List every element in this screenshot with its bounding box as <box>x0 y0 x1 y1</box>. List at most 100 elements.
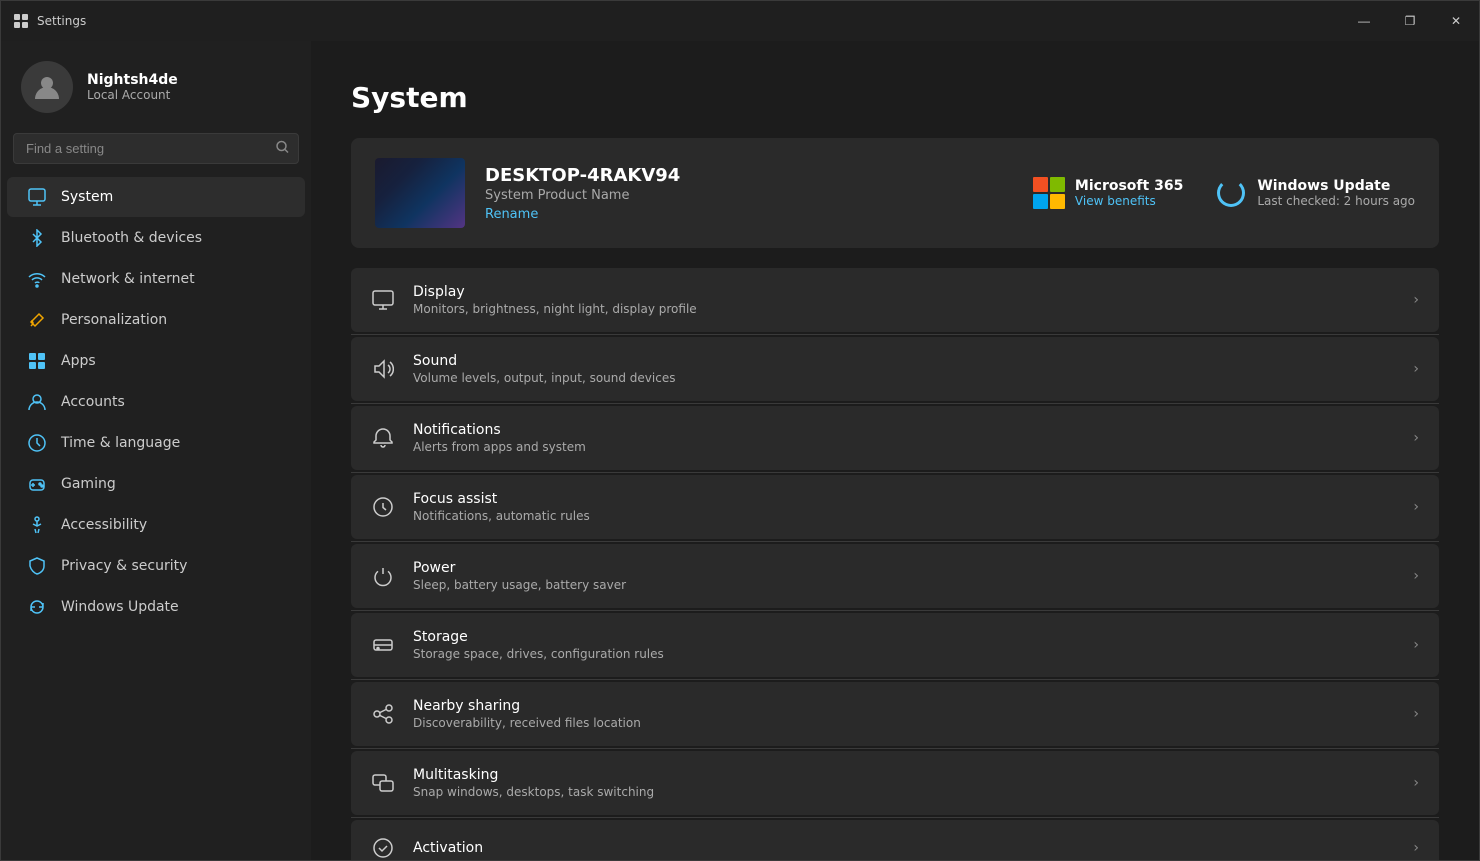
accounts-icon <box>27 392 47 412</box>
divider <box>351 610 1439 611</box>
activation-text: Activation <box>413 840 1395 856</box>
focus-desc: Notifications, automatic rules <box>413 509 1395 523</box>
settings-item-focus[interactable]: Focus assist Notifications, automatic ru… <box>351 475 1439 539</box>
settings-item-sound[interactable]: Sound Volume levels, output, input, soun… <box>351 337 1439 401</box>
avatar <box>21 61 73 113</box>
sidebar-item-label: Gaming <box>61 476 116 492</box>
network-icon <box>27 269 47 289</box>
microsoft365-widget[interactable]: Microsoft 365 View benefits <box>1033 177 1183 209</box>
focus-text: Focus assist Notifications, automatic ru… <box>413 491 1395 523</box>
sidebar-item-label: System <box>61 189 113 205</box>
device-name: DESKTOP-4RAKV94 <box>485 165 1013 186</box>
sidebar-item-label: Windows Update <box>61 599 179 615</box>
sidebar-item-update[interactable]: Windows Update <box>7 587 305 627</box>
divider <box>351 817 1439 818</box>
device-rename-link[interactable]: Rename <box>485 207 538 222</box>
sound-arrow: › <box>1413 361 1419 377</box>
settings-item-activation[interactable]: Activation › <box>351 820 1439 860</box>
settings-item-nearby[interactable]: Nearby sharing Discoverability, received… <box>351 682 1439 746</box>
windows-update-icon <box>1215 177 1247 209</box>
power-label: Power <box>413 560 1395 576</box>
divider <box>351 403 1439 404</box>
user-name: Nightsh4de <box>87 72 178 88</box>
minimize-button[interactable]: — <box>1341 1 1387 41</box>
microsoft365-text: Microsoft 365 View benefits <box>1075 178 1183 208</box>
device-info: DESKTOP-4RAKV94 System Product Name Rena… <box>485 165 1013 222</box>
display-arrow: › <box>1413 292 1419 308</box>
privacy-icon <box>27 556 47 576</box>
main-content: System DESKTOP-4RAKV94 System Product Na… <box>311 41 1479 860</box>
focus-label: Focus assist <box>413 491 1395 507</box>
titlebar-left: Settings <box>13 13 86 29</box>
multitasking-arrow: › <box>1413 775 1419 791</box>
divider <box>351 541 1439 542</box>
search-box <box>13 133 299 164</box>
sidebar-item-personalization[interactable]: Personalization <box>7 300 305 340</box>
sidebar-item-gaming[interactable]: Gaming <box>7 464 305 504</box>
sidebar-item-system[interactable]: System <box>7 177 305 217</box>
nearby-icon <box>371 702 395 726</box>
multitasking-label: Multitasking <box>413 767 1395 783</box>
bluetooth-icon <box>27 228 47 248</box>
accessibility-icon <box>27 515 47 535</box>
window-title: Settings <box>37 14 86 28</box>
device-extras: Microsoft 365 View benefits Windows Upda… <box>1033 177 1415 209</box>
microsoft365-label: Microsoft 365 <box>1075 178 1183 194</box>
power-desc: Sleep, battery usage, battery saver <box>413 578 1395 592</box>
sound-icon <box>371 357 395 381</box>
multitasking-desc: Snap windows, desktops, task switching <box>413 785 1395 799</box>
windows-update-text: Windows Update Last checked: 2 hours ago <box>1257 178 1415 208</box>
sidebar-item-apps[interactable]: Apps <box>7 341 305 381</box>
sidebar-item-label: Apps <box>61 353 96 369</box>
content-area: Nightsh4de Local Account <box>1 41 1479 860</box>
user-info: Nightsh4de Local Account <box>87 72 178 102</box>
display-label: Display <box>413 284 1395 300</box>
sidebar-item-label: Time & language <box>61 435 180 451</box>
user-section[interactable]: Nightsh4de Local Account <box>1 41 311 129</box>
nav-list: System Bluetooth & devices <box>1 176 311 628</box>
brush-icon <box>27 310 47 330</box>
storage-desc: Storage space, drives, configuration rul… <box>413 647 1395 661</box>
search-icon <box>276 140 289 157</box>
nearby-text: Nearby sharing Discoverability, received… <box>413 698 1395 730</box>
focus-icon <box>371 495 395 519</box>
settings-item-multitasking[interactable]: Multitasking Snap windows, desktops, tas… <box>351 751 1439 815</box>
maximize-button[interactable]: ❐ <box>1387 1 1433 41</box>
sidebar-item-accessibility[interactable]: Accessibility <box>7 505 305 545</box>
power-icon <box>371 564 395 588</box>
settings-item-storage[interactable]: Storage Storage space, drives, configura… <box>351 613 1439 677</box>
windows-update-widget[interactable]: Windows Update Last checked: 2 hours ago <box>1215 177 1415 209</box>
sidebar-item-accounts[interactable]: Accounts <box>7 382 305 422</box>
settings-item-power[interactable]: Power Sleep, battery usage, battery save… <box>351 544 1439 608</box>
user-type: Local Account <box>87 88 178 102</box>
titlebar-controls: — ❐ ✕ <box>1341 1 1479 41</box>
sidebar: Nightsh4de Local Account <box>1 41 311 860</box>
sidebar-item-bluetooth[interactable]: Bluetooth & devices <box>7 218 305 258</box>
app-icon <box>13 13 29 29</box>
power-text: Power Sleep, battery usage, battery save… <box>413 560 1395 592</box>
settings-item-notifications[interactable]: Notifications Alerts from apps and syste… <box>351 406 1439 470</box>
sidebar-item-time[interactable]: Time & language <box>7 423 305 463</box>
power-arrow: › <box>1413 568 1419 584</box>
notifications-label: Notifications <box>413 422 1395 438</box>
sidebar-item-label: Accessibility <box>61 517 147 533</box>
divider <box>351 472 1439 473</box>
close-button[interactable]: ✕ <box>1433 1 1479 41</box>
sidebar-item-network[interactable]: Network & internet <box>7 259 305 299</box>
windows-update-sublabel: Last checked: 2 hours ago <box>1257 194 1415 208</box>
time-icon <box>27 433 47 453</box>
settings-item-display[interactable]: Display Monitors, brightness, night ligh… <box>351 268 1439 332</box>
nearby-label: Nearby sharing <box>413 698 1395 714</box>
sidebar-item-label: Personalization <box>61 312 167 328</box>
sound-text: Sound Volume levels, output, input, soun… <box>413 353 1395 385</box>
activation-arrow: › <box>1413 840 1419 856</box>
search-input[interactable] <box>13 133 299 164</box>
sound-label: Sound <box>413 353 1395 369</box>
notifications-text: Notifications Alerts from apps and syste… <box>413 422 1395 454</box>
sidebar-item-privacy[interactable]: Privacy & security <box>7 546 305 586</box>
gaming-icon <box>27 474 47 494</box>
device-image <box>375 158 465 228</box>
activation-label: Activation <box>413 840 1395 856</box>
device-card: DESKTOP-4RAKV94 System Product Name Rena… <box>351 138 1439 248</box>
device-image-texture <box>375 158 465 228</box>
